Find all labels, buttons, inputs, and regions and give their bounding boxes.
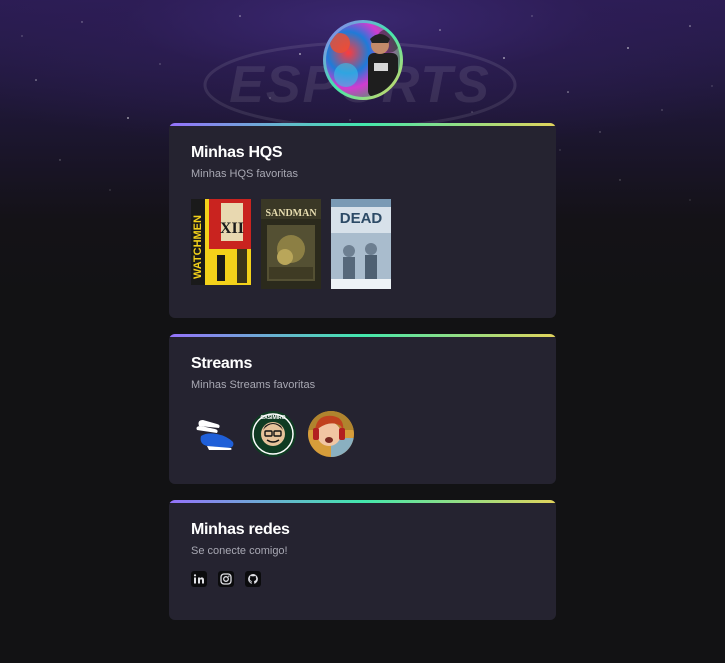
streams-card: Streams Minhas Streams favoritas CASIMIR… xyxy=(169,334,556,484)
comic-sandman-title: SANDMAN xyxy=(265,208,317,219)
social-title: Minhas redes xyxy=(191,521,290,538)
comic-sandman-cover[interactable]: SANDMAN xyxy=(261,199,321,289)
streams-list: CASIMIRO xyxy=(191,410,534,458)
comics-title: Minhas HQS xyxy=(191,144,283,161)
profile-avatar[interactable] xyxy=(323,20,403,100)
avatar-photo xyxy=(326,23,400,97)
instagram-icon-glyph xyxy=(220,573,232,585)
comic-watchmen-issue: XII xyxy=(220,220,244,237)
comics-list: WATCHMEN XII SANDMAN DEAD xyxy=(191,199,534,289)
social-links xyxy=(191,571,534,587)
github-icon-glyph xyxy=(248,574,258,584)
comic-watchmen-title: WATCHMEN xyxy=(192,215,204,279)
github-icon[interactable] xyxy=(245,571,261,587)
stream-casimiro-ring-text: CASIMIRO xyxy=(261,415,286,421)
stream-streamer-avatar[interactable] xyxy=(307,410,355,458)
linkedin-icon-glyph xyxy=(193,574,204,584)
streams-title: Streams xyxy=(191,355,253,372)
comic-walking-dead-cover[interactable]: DEAD xyxy=(331,199,391,289)
social-card: Minhas redes Se conecte comigo! xyxy=(169,500,556,620)
linkedin-icon[interactable] xyxy=(191,571,207,587)
social-subtitle: Se conecte comigo! xyxy=(191,545,288,557)
comics-card: Minhas HQS Minhas HQS favoritas WATCHMEN… xyxy=(169,123,556,318)
streams-subtitle: Minhas Streams favoritas xyxy=(191,379,316,391)
instagram-icon[interactable] xyxy=(218,571,234,587)
comic-walking-dead-title: DEAD xyxy=(340,210,383,227)
page: ESPORTS Minhas HQS Minhas HQS fav xyxy=(0,0,725,663)
stream-winged-shoe-logo[interactable] xyxy=(191,410,239,458)
comic-watchmen-cover[interactable]: WATCHMEN XII xyxy=(191,199,251,285)
stream-casimiro-logo[interactable]: CASIMIRO xyxy=(249,410,297,458)
comics-subtitle: Minhas HQS favoritas xyxy=(191,168,298,180)
